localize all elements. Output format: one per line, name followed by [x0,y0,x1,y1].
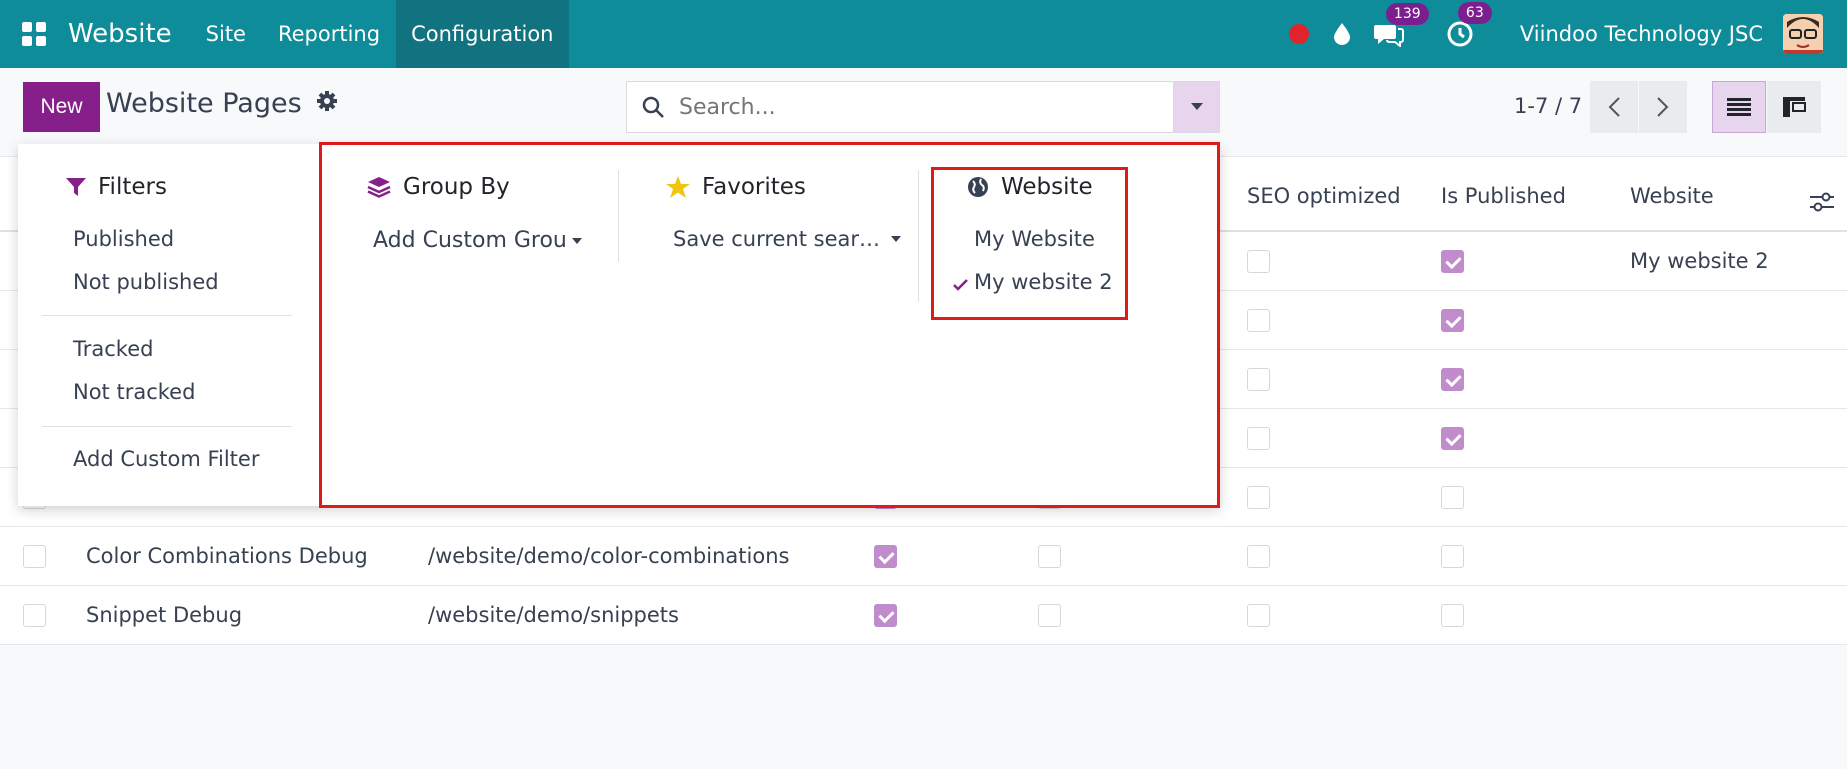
kanban-icon [1783,97,1806,117]
is-published-checkbox [1441,486,1464,509]
filter-published[interactable]: Published [73,227,174,251]
top-navbar: Website Site Reporting Configuration 139… [0,0,1847,68]
caret-down-icon [1190,103,1203,110]
page-title: Website Pages [106,88,338,119]
search-input[interactable] [679,94,1119,120]
seo-optimized-checkbox [1247,486,1270,509]
seo-optimized-checkbox [1247,368,1270,391]
row-select-checkbox[interactable] [23,545,46,568]
chevron-right-icon [1657,97,1669,117]
page-url-cell: /website/demo/snippets [428,603,679,627]
table-row[interactable]: Snippet Debug/website/demo/snippets [0,586,1847,645]
indexed-checkbox [874,545,897,568]
pager-value[interactable]: 1-7 / 7 [1514,94,1582,118]
is-published-checkbox [1441,427,1464,450]
page-title-text: Website Pages [106,88,302,119]
page-url-cell: /website/demo/color-combinations [428,544,790,568]
list-view-button[interactable] [1712,81,1766,133]
seo-optimized-checkbox [1247,250,1270,273]
table-row[interactable]: Color Combinations Debug/website/demo/co… [0,527,1847,586]
filters-divider [42,426,292,427]
app-brand[interactable]: Website [68,19,172,49]
filter-tracked[interactable]: Tracked [73,337,153,361]
drop-icon[interactable] [1332,22,1352,46]
activities-badge: 63 [1457,2,1492,24]
chevron-left-icon [1608,97,1620,117]
menu-configuration[interactable]: Configuration [396,0,569,68]
apps-menu-icon[interactable] [0,0,68,68]
is-published-checkbox [1441,309,1464,332]
list-icon [1727,98,1751,116]
filter-icon [66,177,86,197]
track-checkbox [1038,604,1061,627]
seo-optimized-checkbox [1247,309,1270,332]
filters-title-text: Filters [98,174,167,200]
record-dot-icon[interactable] [1288,23,1310,45]
row-select-checkbox[interactable] [23,604,46,627]
pager-previous-button[interactable] [1590,81,1638,133]
menu-site[interactable]: Site [190,0,262,68]
page-name-cell: Snippet Debug [86,603,243,627]
search-options-toggle[interactable] [1173,82,1219,132]
website-cell: My website 2 [1630,249,1769,273]
messages-icon[interactable]: 139 [1373,3,1429,47]
indexed-checkbox [874,604,897,627]
seo-optimized-checkbox [1247,427,1270,450]
column-is-published[interactable]: Is Published [1441,184,1566,208]
column-seo-optimized[interactable]: SEO optimized [1247,184,1401,208]
seo-optimized-checkbox [1247,545,1270,568]
activities-clock-icon[interactable]: 63 [1446,2,1492,48]
is-published-checkbox [1441,368,1464,391]
column-website[interactable]: Website [1630,184,1714,208]
add-custom-filter[interactable]: Add Custom Filter [73,447,259,471]
new-button[interactable]: New [23,82,100,132]
filters-divider [42,315,292,316]
kanban-view-button[interactable] [1767,81,1821,133]
menu-reporting[interactable]: Reporting [262,0,396,68]
filter-not-published[interactable]: Not published [73,270,219,294]
user-avatar[interactable] [1783,14,1823,54]
search-bar [626,81,1220,133]
search-icon [641,95,665,119]
filter-not-tracked[interactable]: Not tracked [73,380,195,404]
company-switcher[interactable]: Viindoo Technology JSC [1520,22,1763,46]
filters-section-title: Filters [66,174,167,200]
pager-next-button[interactable] [1639,81,1687,133]
is-published-checkbox [1441,545,1464,568]
seo-optimized-checkbox [1247,604,1270,627]
gear-icon[interactable] [316,88,338,119]
annotation-website-highlight [931,167,1128,320]
optional-columns-icon[interactable] [1810,191,1834,217]
is-published-checkbox [1441,604,1464,627]
track-checkbox [1038,545,1061,568]
page-name-cell: Color Combinations Debug [86,544,368,568]
messages-badge: 139 [1385,3,1429,25]
is-published-checkbox [1441,250,1464,273]
